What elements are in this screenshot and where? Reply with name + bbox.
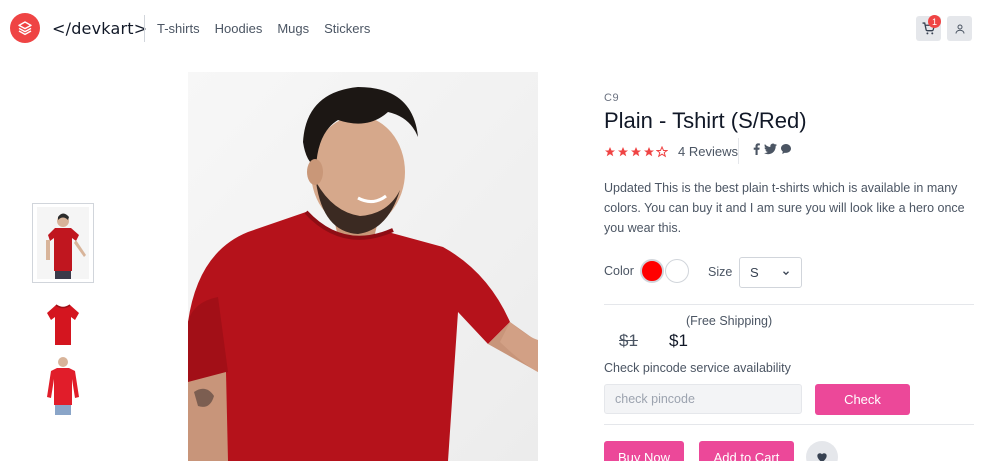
thumbnail-1[interactable] — [32, 203, 94, 283]
add-to-cart-button[interactable]: Add to Cart — [699, 441, 794, 461]
product-sku: C9 — [604, 92, 620, 104]
check-pincode-button[interactable]: Check — [815, 384, 910, 415]
nav-item-stickers[interactable]: Stickers — [324, 21, 370, 36]
size-select[interactable]: S — [739, 257, 802, 288]
nav-item-tshirts[interactable]: T-shirts — [157, 21, 200, 36]
twitter-icon[interactable] — [764, 143, 777, 155]
product-description: Updated This is the best plain t-shirts … — [604, 181, 965, 235]
star-filled-icon — [644, 146, 654, 156]
facebook-icon[interactable] — [752, 143, 761, 155]
rating-divider — [738, 138, 739, 164]
divider — [604, 424, 974, 425]
old-price: $1 — [619, 331, 638, 350]
product-title: Plain - Tshirt (S/Red) — [604, 108, 807, 133]
header: </devkart> T-shirts Hoodies Mugs Sticker… — [0, 0, 1000, 58]
star-filled-icon — [605, 146, 615, 156]
size-select-value: S — [750, 265, 759, 280]
heart-icon — [817, 453, 827, 461]
wishlist-button[interactable] — [806, 441, 838, 461]
pincode-label: Check pincode service availability — [604, 361, 791, 375]
thumbnail-3[interactable] — [32, 345, 94, 425]
star-filled-icon — [631, 146, 641, 156]
free-shipping-label: (Free Shipping) — [686, 314, 773, 328]
user-button[interactable] — [947, 16, 972, 41]
chat-icon[interactable] — [780, 143, 792, 155]
user-icon — [955, 24, 964, 34]
main-nav: T-shirts Hoodies Mugs Stickers — [157, 21, 370, 36]
buy-now-button[interactable]: Buy Now — [604, 441, 684, 461]
color-swatch-red[interactable] — [640, 259, 664, 283]
nav-item-mugs[interactable]: Mugs — [277, 21, 309, 36]
price: $1 — [669, 331, 688, 350]
nav-divider — [144, 15, 145, 42]
cart-count-badge: 1 — [928, 15, 941, 28]
review-count[interactable]: 4 Reviews — [678, 144, 738, 159]
star-empty-icon — [656, 145, 668, 157]
brand-name[interactable]: </devkart> — [52, 19, 147, 38]
color-label: Color — [604, 264, 634, 278]
nav-item-hoodies[interactable]: Hoodies — [215, 21, 263, 36]
color-swatch-white[interactable] — [665, 259, 689, 283]
divider — [604, 304, 974, 305]
pincode-input[interactable] — [604, 384, 802, 414]
star-filled-icon — [618, 146, 628, 156]
star-rating — [604, 145, 668, 158]
stack-icon[interactable] — [10, 13, 40, 43]
product-main-image — [188, 72, 538, 461]
size-label: Size — [708, 265, 733, 279]
chevron-down-icon — [783, 270, 789, 275]
social-share — [752, 143, 792, 155]
rating-row: 4 Reviews — [604, 143, 738, 160]
